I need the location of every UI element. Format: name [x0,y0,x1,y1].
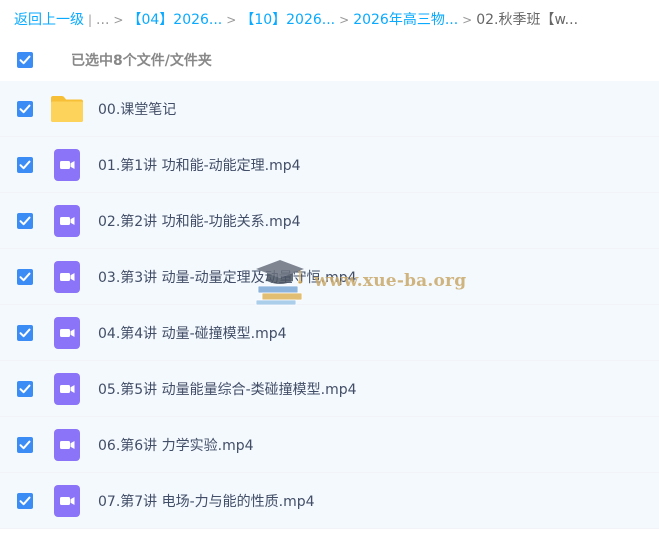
file-browser: 返回上一级 | ... > 【04】2026... > 【10】2026... … [0,0,659,538]
file-name[interactable]: 07.第7讲 电场-力与能的性质.mp4 [98,491,315,511]
selection-header: 已选中8个文件/文件夹 [0,40,659,80]
file-name[interactable]: 06.第6讲 力学实验.mp4 [98,435,254,455]
selection-summary: 已选中8个文件/文件夹 [71,53,212,69]
back-link[interactable]: 返回上一级 [14,9,84,31]
checkmark-icon [19,496,31,505]
breadcrumb-current: 02.秋季班【w... [476,12,579,28]
file-name[interactable]: 02.第2讲 功和能-功能关系.mp4 [98,211,301,231]
checkmark-icon [19,160,31,169]
file-name[interactable]: 01.第1讲 功和能-动能定理.mp4 [98,155,301,175]
checkmark-icon [19,216,31,225]
file-name[interactable]: 00.课堂笔记 [98,99,176,119]
row-checkbox[interactable] [17,268,33,285]
file-name[interactable]: 04.第4讲 动量-碰撞模型.mp4 [98,323,287,343]
row-checkbox[interactable] [17,492,33,509]
select-all-checkbox[interactable] [17,52,33,68]
checkmark-icon [19,440,31,449]
video-file-icon [50,484,84,517]
breadcrumb-divider: | [88,13,93,27]
breadcrumb-arrow: > [113,13,124,27]
list-item[interactable]: 01.第1讲 功和能-动能定理.mp4 [0,137,659,193]
video-file-icon [50,204,84,237]
breadcrumb: 返回上一级 | ... > 【04】2026... > 【10】2026... … [14,9,659,31]
list-item[interactable]: 04.第4讲 动量-碰撞模型.mp4 [0,305,659,361]
folder-icon [50,93,84,125]
checkmark-icon [19,384,31,393]
video-file-icon [50,428,84,461]
video-file-icon [50,316,84,349]
list-item[interactable]: 05.第5讲 动量能量综合-类碰撞模型.mp4 [0,361,659,417]
file-name[interactable]: 05.第5讲 动量能量综合-类碰撞模型.mp4 [98,379,357,399]
video-file-icon [50,372,84,405]
file-list: 00.课堂笔记 01.第1讲 功和能-动能定理.mp4 02.第2讲 功和能-功… [0,81,659,529]
video-file-icon [50,260,84,293]
row-checkbox[interactable] [17,436,33,453]
list-item[interactable]: 07.第7讲 电场-力与能的性质.mp4 [0,473,659,529]
breadcrumb-item[interactable]: 【10】2026... [240,9,335,31]
breadcrumb-arrow: > [462,13,473,27]
checkmark-icon [19,328,31,337]
row-checkbox[interactable] [17,324,33,341]
checkmark-icon [19,272,31,281]
checkmark-icon [19,104,31,113]
video-file-icon [50,148,84,181]
breadcrumb-item[interactable]: 【04】2026... [127,9,222,31]
breadcrumb-item[interactable]: 2026年高三物... [353,9,458,31]
list-item[interactable]: 00.课堂笔记 [0,81,659,137]
file-name[interactable]: 03.第3讲 动量-动量定理及动量守恒.mp4 [98,267,357,287]
row-checkbox[interactable] [17,156,33,173]
checkmark-icon [19,55,31,65]
breadcrumb-arrow: > [226,13,237,27]
row-checkbox[interactable] [17,380,33,397]
list-item[interactable]: 02.第2讲 功和能-功能关系.mp4 [0,193,659,249]
row-checkbox[interactable] [17,100,33,117]
list-item[interactable]: 06.第6讲 力学实验.mp4 [0,417,659,473]
breadcrumb-arrow: > [339,13,350,27]
list-item[interactable]: 03.第3讲 动量-动量定理及动量守恒.mp4 [0,249,659,305]
breadcrumb-ellipsis[interactable]: ... [96,9,109,31]
row-checkbox[interactable] [17,212,33,229]
